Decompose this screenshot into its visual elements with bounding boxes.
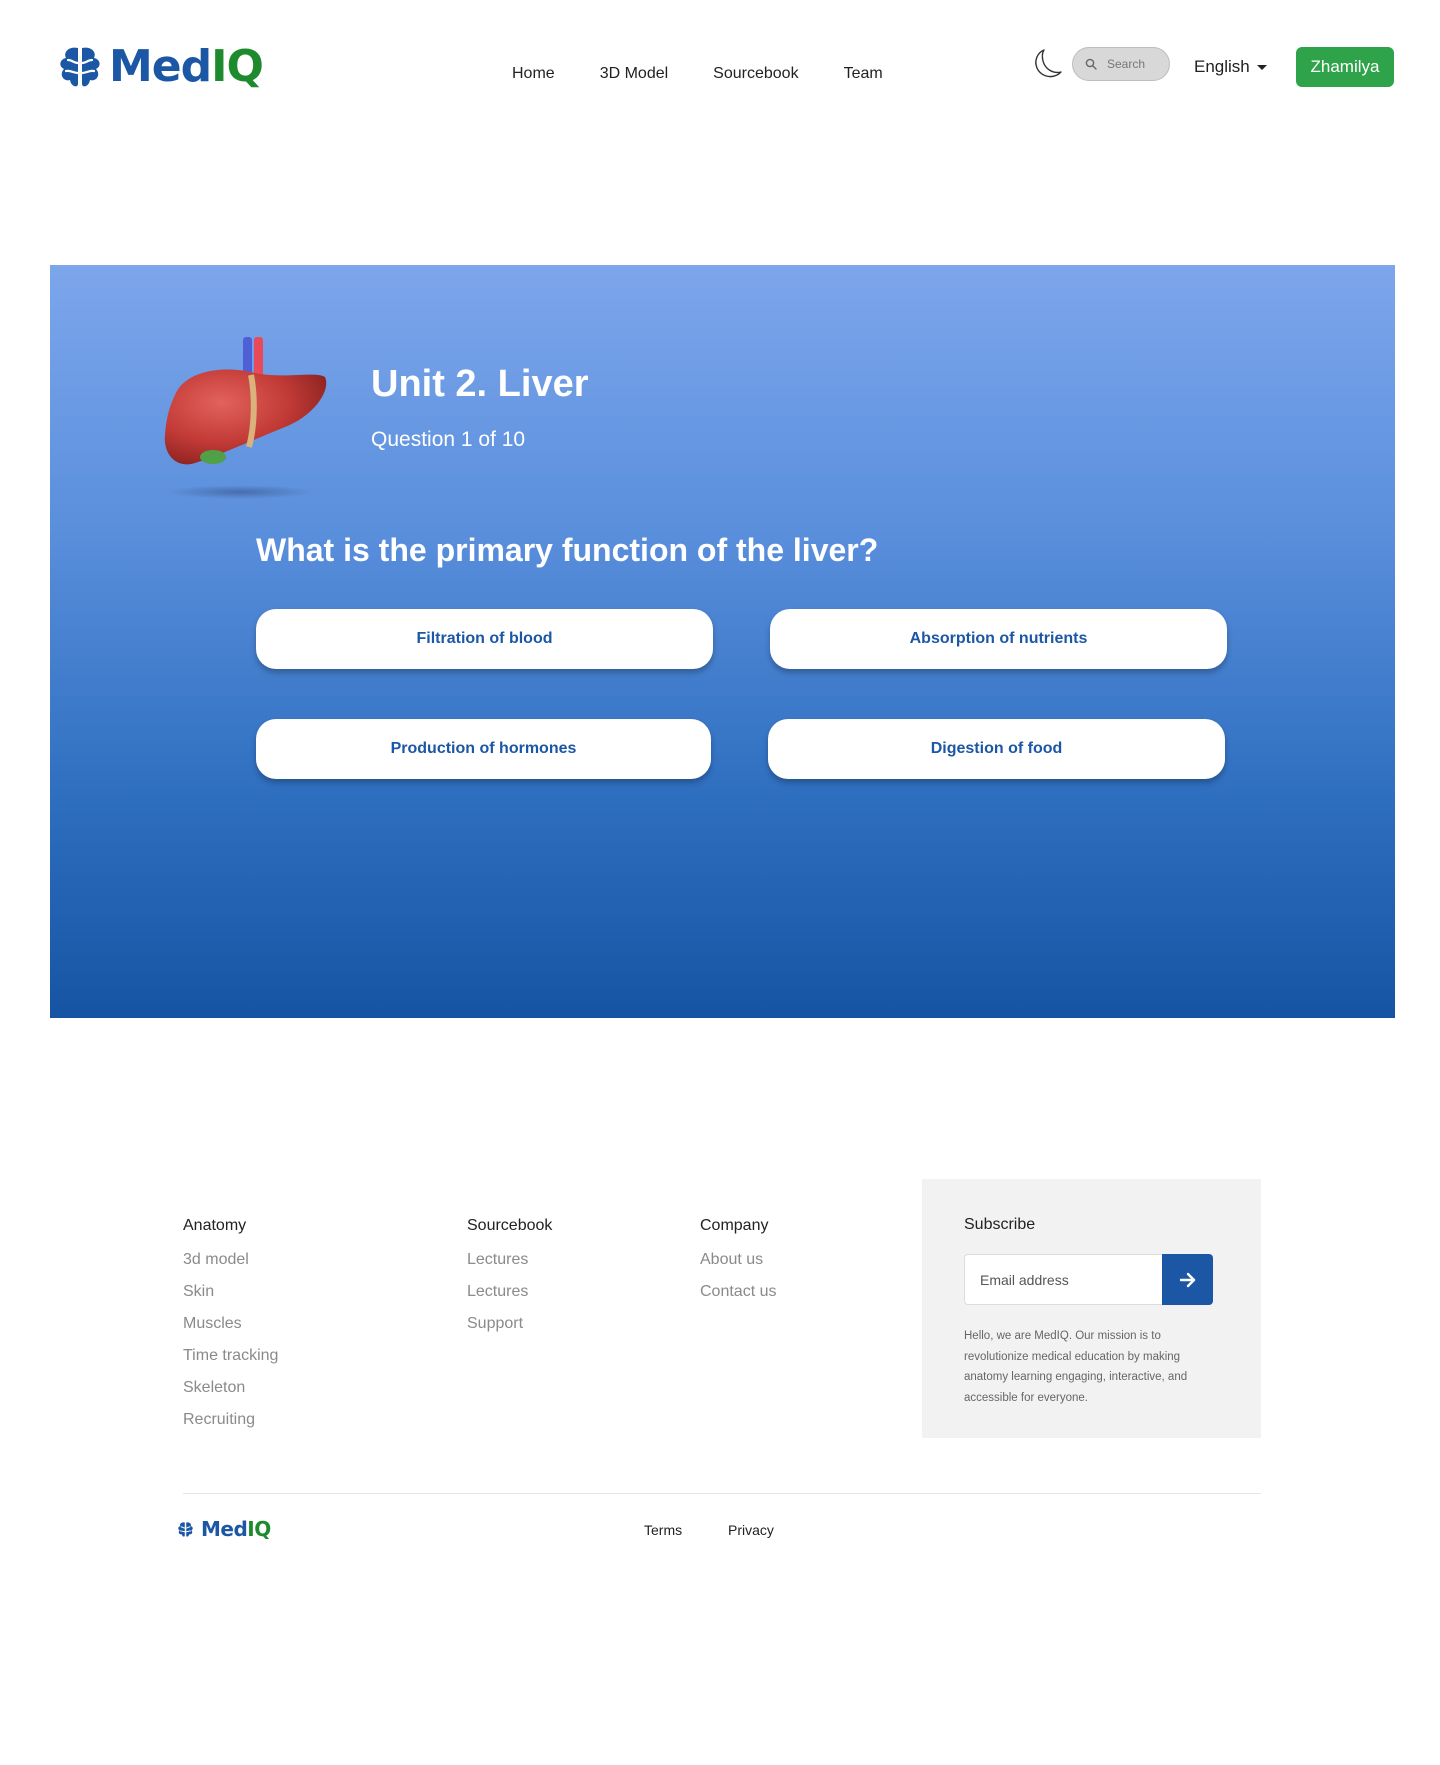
nav-item-team[interactable]: Team [844, 64, 883, 84]
footer-column-title: Sourcebook [467, 1217, 553, 1234]
brand-logo[interactable]: MedIQ [57, 41, 264, 92]
brand-name: MedIQ [109, 41, 264, 92]
footer-link-contact-us[interactable]: Contact us [700, 1282, 776, 1302]
subscribe-panel: Subscribe Hello, we are MedIQ. Our missi… [922, 1179, 1261, 1438]
search-icon [1085, 58, 1097, 70]
answer-option-4[interactable]: Digestion of food [768, 719, 1225, 779]
nav-item-home[interactable]: Home [512, 64, 555, 84]
question-counter: Question 1 of 10 [371, 428, 526, 451]
brand-name-part2: IQ [247, 1517, 271, 1541]
footer-divider [183, 1493, 1261, 1494]
liver-illustration [164, 337, 327, 499]
user-button[interactable]: Zhamilya [1296, 47, 1394, 87]
answer-option-3[interactable]: Production of hormones [256, 719, 711, 779]
site-header: MedIQ Home 3D Model Sourcebook Team Engl… [0, 0, 1440, 140]
caret-down-icon [1256, 64, 1267, 70]
footer-link-about-us[interactable]: About us [700, 1250, 776, 1270]
main-nav: Home 3D Model Sourcebook Team [512, 64, 928, 84]
footer-link-support[interactable]: Support [467, 1314, 552, 1334]
language-dropdown[interactable]: English [1194, 57, 1267, 77]
terms-link[interactable]: Terms [644, 1522, 682, 1538]
footer-brand-name: MedIQ [201, 1518, 271, 1540]
search-box[interactable] [1072, 47, 1170, 81]
footer-column-company: Company About us Contact us [700, 1216, 776, 1314]
subscribe-button[interactable] [1162, 1254, 1213, 1305]
unit-title: Unit 2. Liver [371, 363, 589, 405]
footer-link-muscles[interactable]: Muscles [183, 1314, 278, 1334]
brand-name-part1: Med [109, 41, 212, 92]
subscribe-title: Subscribe [964, 1216, 1036, 1233]
mission-text: Hello, we are MedIQ. Our mission is to r… [964, 1330, 1188, 1404]
email-field[interactable] [964, 1254, 1162, 1305]
answer-option-1[interactable]: Filtration of blood [256, 609, 713, 669]
question-text: What is the primary function of the live… [256, 532, 879, 568]
privacy-link[interactable]: Privacy [728, 1522, 774, 1538]
language-label: English [1194, 57, 1250, 76]
logo-mark-icon [60, 47, 100, 87]
footer-column-title: Company [700, 1217, 769, 1234]
footer-link-lectures[interactable]: Lectures [467, 1282, 552, 1302]
footer-link-recruiting[interactable]: Recruiting [183, 1410, 278, 1430]
footer-link-skeleton[interactable]: Skeleton [183, 1378, 278, 1398]
footer-column-anatomy: Anatomy 3d model Skin Muscles Time track… [183, 1216, 278, 1442]
footer-link-skin[interactable]: Skin [183, 1282, 278, 1302]
footer-column-sourcebook: Sourcebook Lectures Lectures Support [467, 1216, 552, 1346]
footer-column-title: Anatomy [183, 1217, 247, 1234]
nav-item-sourcebook[interactable]: Sourcebook [713, 64, 798, 84]
logo-mark-icon [178, 1521, 193, 1537]
moon-icon[interactable] [1032, 47, 1062, 81]
footer-link-lectures[interactable]: Lectures [467, 1250, 552, 1270]
footer-logo[interactable]: MedIQ [177, 1518, 271, 1540]
brand-name-part2: IQ [211, 41, 264, 92]
brand-name-part1: Med [201, 1517, 248, 1541]
nav-item-3d-model[interactable]: 3D Model [600, 64, 668, 84]
footer-link-time-tracking[interactable]: Time tracking [183, 1346, 278, 1366]
search-input[interactable] [1107, 57, 1167, 71]
quiz-section: Unit 2. Liver Question 1 of 10 What is t… [50, 265, 1395, 1018]
answer-option-2[interactable]: Absorption of nutrients [770, 609, 1227, 669]
footer-link-3d-model[interactable]: 3d model [183, 1250, 278, 1270]
subscribe-form [964, 1254, 1213, 1305]
arrow-right-icon [1179, 1272, 1195, 1287]
